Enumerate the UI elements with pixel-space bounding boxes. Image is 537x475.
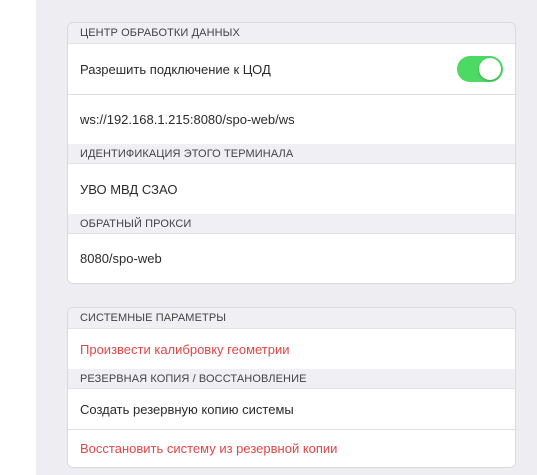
- section-header-dpc: ЦЕНТР ОБРАБОТКИ ДАННЫХ: [68, 23, 515, 44]
- reverse-proxy-row[interactable]: 8080/spo-web: [68, 234, 515, 283]
- section-header-terminal-id-text: ИДЕНТИФИКАЦИЯ ЭТОГО ТЕРМИНАЛА: [80, 147, 294, 160]
- server-url-row[interactable]: ws://192.168.1.215:8080/spo-web/ws: [68, 95, 515, 144]
- section-header-system-params: СИСТЕМНЫЕ ПАРАМЕТРЫ: [68, 308, 515, 329]
- terminal-id-field[interactable]: УВО МВД СЗАО: [80, 182, 177, 197]
- section-header-terminal-id: ИДЕНТИФИКАЦИЯ ЭТОГО ТЕРМИНАЛА: [68, 144, 515, 164]
- section-header-system-params-text: СИСТЕМНЫЕ ПАРАМЕТРЫ: [80, 312, 227, 324]
- create-backup-label: Создать резервную копию системы: [80, 401, 294, 417]
- calibrate-geometry-label: Произвести калибровку геометрии: [80, 341, 290, 357]
- create-backup-button[interactable]: Создать резервную копию системы: [68, 389, 515, 430]
- restore-backup-label: Восстановить систему из резервной копии: [80, 441, 338, 456]
- toggle-knob: [479, 58, 501, 80]
- allow-connection-label: Разрешить подключение к ЦОД: [80, 61, 271, 77]
- settings-group-connection: ЦЕНТР ОБРАБОТКИ ДАННЫХ Разрешить подключ…: [67, 22, 516, 284]
- reverse-proxy-field[interactable]: 8080/spo-web: [80, 251, 162, 266]
- allow-connection-toggle[interactable]: [457, 56, 503, 82]
- allow-connection-row[interactable]: Разрешить подключение к ЦОД: [68, 44, 515, 95]
- section-header-backup: РЕЗЕРВНАЯ КОПИЯ / ВОССТАНОВЛЕНИЕ: [68, 369, 515, 389]
- terminal-id-row[interactable]: УВО МВД СЗАО: [68, 164, 515, 214]
- settings-group-system: СИСТЕМНЫЕ ПАРАМЕТРЫ Произвести калибровк…: [67, 307, 516, 468]
- server-url-field[interactable]: ws://192.168.1.215:8080/spo-web/ws: [80, 112, 295, 127]
- section-header-backup-text: РЕЗЕРВНАЯ КОПИЯ / ВОССТАНОВЛЕНИЕ: [80, 372, 307, 385]
- section-header-reverse-proxy: ОБРАТНЫЙ ПРОКСИ: [68, 214, 515, 234]
- section-header-reverse-proxy-text: ОБРАТНЫЙ ПРОКСИ: [80, 217, 192, 230]
- section-header-dpc-text: ЦЕНТР ОБРАБОТКИ ДАННЫХ: [80, 27, 240, 39]
- left-margin: [0, 0, 36, 475]
- calibrate-geometry-button[interactable]: Произвести калибровку геометрии: [68, 329, 515, 369]
- restore-backup-button[interactable]: Восстановить систему из резервной копии: [68, 430, 515, 467]
